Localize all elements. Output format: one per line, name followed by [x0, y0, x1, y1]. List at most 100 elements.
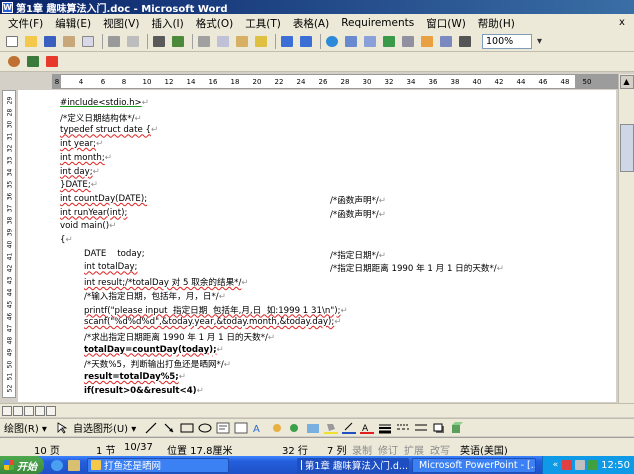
shadow-style-icon[interactable] [432, 422, 446, 434]
tray-app-icon[interactable] [562, 460, 573, 470]
outline-view-icon[interactable] [35, 405, 45, 416]
menu-window[interactable]: 窗口(W) [426, 16, 466, 31]
wordart-icon[interactable]: A [252, 422, 266, 434]
show-hide-icon[interactable] [457, 34, 472, 49]
clipart-icon[interactable] [288, 422, 302, 434]
status-rec[interactable]: 录制 [352, 442, 372, 457]
vertical-textbox-icon[interactable] [234, 422, 248, 434]
close-document-icon[interactable]: x [616, 17, 628, 29]
columns-icon[interactable] [400, 34, 415, 49]
menu-table[interactable]: 表格(A) [293, 16, 329, 31]
start-button[interactable]: 开始 [0, 456, 44, 474]
rectangle-tool-icon[interactable] [180, 422, 194, 434]
code-line[interactable]: int day;↵ [60, 167, 100, 177]
vertical-ruler[interactable]: 29 28 30 31 32 33 34 35 36 37 38 39 40 4… [2, 90, 16, 398]
styles-icon[interactable] [6, 54, 21, 69]
show-desktop-icon[interactable] [67, 458, 80, 473]
code-comment[interactable]: /*函数声明*/↵ [330, 194, 386, 206]
taskbar-item-word[interactable]: 第1章 趣味算法入门.d... [297, 457, 409, 473]
undo-icon[interactable] [279, 34, 294, 49]
code-line[interactable]: }DATE;↵ [60, 180, 98, 190]
email-icon[interactable] [80, 34, 95, 49]
research-icon[interactable] [151, 34, 166, 49]
scroll-thumb[interactable] [620, 124, 634, 172]
reading-layout-icon[interactable] [46, 405, 56, 416]
menu-file[interactable]: 文件(F) [8, 16, 43, 31]
oval-tool-icon[interactable] [198, 422, 212, 434]
font-color-icon[interactable]: A [360, 422, 375, 434]
copy-icon[interactable] [215, 34, 230, 49]
drawing-icon[interactable] [419, 34, 434, 49]
line-tool-icon[interactable] [144, 422, 158, 434]
code-line[interactable]: /*天数%5，判断输出打鱼还是晒网*/↵ [84, 358, 231, 370]
tray-arrow-icon[interactable]: « [553, 460, 559, 470]
code-comment[interactable]: /*函数声明*/↵ [330, 208, 386, 220]
hyperlink-icon[interactable] [324, 34, 339, 49]
taskbar-item-powerpoint[interactable]: Microsoft PowerPoint - [... [412, 457, 536, 473]
textbox-tool-icon[interactable] [216, 422, 230, 434]
print-layout-icon[interactable] [24, 405, 34, 416]
horizontal-ruler[interactable]: 8 4 6 8 10 12 14 16 18 20 22 24 26 28 30… [52, 74, 618, 89]
code-line[interactable]: int runYear(int); [60, 208, 127, 218]
menu-format[interactable]: 格式(O) [196, 16, 233, 31]
format-painter-icon[interactable] [253, 34, 268, 49]
code-comment[interactable]: /*指定日期距离 1990 年 1 月 1 日的天数*/↵ [330, 262, 504, 274]
status-ext[interactable]: 扩展 [404, 442, 424, 457]
cut-icon[interactable] [196, 34, 211, 49]
arrow-style-icon[interactable] [414, 422, 428, 434]
code-line[interactable]: int year;↵ [60, 139, 103, 149]
normal-view-icon[interactable] [2, 405, 12, 416]
code-line[interactable]: void main()↵ [60, 221, 116, 231]
select-objects-icon[interactable] [55, 421, 69, 434]
insert-table-icon[interactable] [362, 34, 377, 49]
status-trk[interactable]: 修订 [378, 442, 398, 457]
menu-help[interactable]: 帮助(H) [478, 16, 515, 31]
print-icon[interactable] [106, 34, 121, 49]
code-line[interactable]: scanf("%d%d%d",&today.year,&today.month,… [84, 317, 342, 327]
code-line[interactable]: printf("please input 指定日期 包括年,月,日 如:1999… [84, 304, 348, 316]
menu-requirements[interactable]: Requirements [341, 17, 414, 29]
menu-edit[interactable]: 编辑(E) [55, 16, 91, 31]
network-icon[interactable] [588, 460, 599, 470]
draw-menu-button[interactable]: 绘图(R) ▾ [4, 420, 47, 435]
code-line[interactable]: if(result>0&&result<4)↵ [84, 386, 204, 396]
3d-style-icon[interactable] [450, 421, 464, 434]
menu-tools[interactable]: 工具(T) [245, 16, 281, 31]
permission-icon[interactable] [61, 34, 76, 49]
code-line[interactable]: int countDay(DATE); [60, 194, 147, 204]
print-preview-icon[interactable] [125, 34, 140, 49]
save-icon[interactable] [42, 34, 57, 49]
code-line[interactable]: int result;/*totalDay 对 5 取余的结果*/↵ [84, 276, 249, 288]
volume-icon[interactable] [575, 460, 586, 470]
document-map-icon[interactable] [438, 34, 453, 49]
code-line[interactable]: result=totalDay%5;↵ [84, 372, 186, 382]
picture-icon[interactable] [306, 422, 320, 434]
vertical-scrollbar[interactable]: ▲ [618, 74, 634, 404]
insert-excel-icon[interactable] [381, 34, 396, 49]
redo-icon[interactable] [298, 34, 313, 49]
code-line[interactable]: int totalDay; [84, 262, 137, 272]
menu-insert[interactable]: 插入(I) [151, 16, 183, 31]
code-line[interactable]: int month;↵ [60, 153, 112, 163]
code-line[interactable]: /*定义日期结构体*/↵ [60, 112, 142, 124]
code-line[interactable]: /*输入指定日期，包括年，月，日*/↵ [84, 290, 226, 302]
code-comment[interactable]: /*指定日期*/↵ [330, 249, 386, 261]
code-line[interactable]: /*求出指定日期距离 1990 年 1 月 1 日的天数*/↵ [84, 331, 275, 343]
code-line[interactable]: typedef struct date {↵ [60, 125, 158, 135]
line-color-icon[interactable] [342, 422, 357, 434]
zoom-select[interactable]: 100% [482, 34, 532, 49]
new-document-icon[interactable] [4, 34, 19, 49]
status-ovr[interactable]: 改写 [430, 442, 450, 457]
code-line[interactable]: {↵ [60, 235, 73, 245]
zoom-dropdown-icon[interactable]: ▾ [532, 34, 547, 49]
paragraph-icon[interactable] [25, 54, 40, 69]
spelling-icon[interactable] [170, 34, 185, 49]
scroll-up-icon[interactable]: ▲ [619, 75, 634, 89]
document-page[interactable]: #include<stdio.h>↵ /*定义日期结构体*/↵ typedef st… [18, 90, 616, 402]
autoshapes-menu-button[interactable]: 自选图形(U) ▾ [73, 420, 136, 435]
arrow-tool-icon[interactable] [162, 422, 176, 434]
code-line[interactable]: DATE today; [84, 249, 145, 259]
open-folder-icon[interactable] [23, 34, 38, 49]
paste-icon[interactable] [234, 34, 249, 49]
code-line[interactable]: #include<stdio.h>↵ [60, 98, 149, 108]
